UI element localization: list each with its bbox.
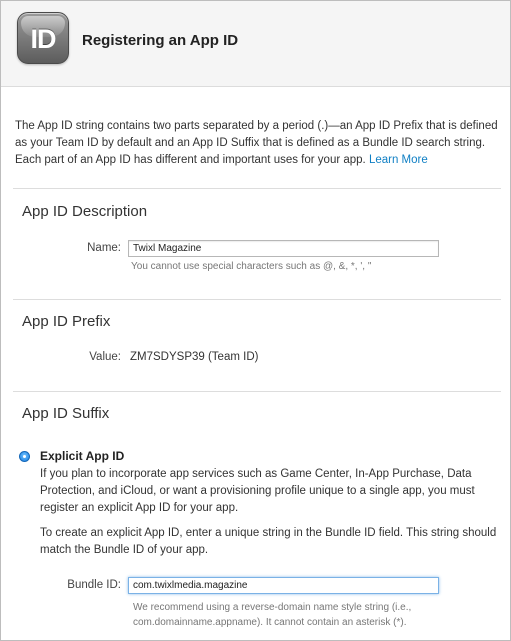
bundle-hint-line-2: com.domainname.appname). It cannot conta… (133, 617, 407, 628)
page-header: ID Registering an App ID (1, 1, 510, 87)
intro-paragraph: The App ID string contains two parts sep… (15, 118, 503, 169)
divider (13, 299, 501, 300)
bundle-id-input[interactable] (128, 577, 439, 594)
learn-more-link[interactable]: Learn More (369, 154, 428, 166)
page-title: Registering an App ID (82, 32, 239, 49)
icon-glyph: ID (30, 24, 57, 54)
name-label: Name: (87, 242, 121, 254)
bundle-instructions: To create an explicit App ID, enter a un… (40, 527, 497, 556)
section-title-suffix: App ID Suffix (22, 405, 110, 422)
app-id-icon: ID (17, 12, 69, 64)
prefix-value-label: Value: (89, 351, 121, 363)
explicit-description: If you plan to incorporate app services … (40, 468, 475, 514)
name-hint: You cannot use special characters such a… (131, 261, 372, 272)
name-input[interactable] (128, 240, 439, 257)
divider (13, 188, 501, 189)
registration-panel: ID Registering an App ID The App ID stri… (0, 0, 511, 641)
explicit-app-id-label[interactable]: Explicit App ID (40, 449, 124, 463)
radio-selected-dot (23, 455, 26, 458)
divider (13, 391, 501, 392)
bundle-hint-line-1: We recommend using a reverse-domain name… (133, 602, 412, 613)
bundle-id-label: Bundle ID: (67, 579, 121, 591)
prefix-value: ZM7SDYSP39 (Team ID) (130, 351, 259, 363)
section-title-description: App ID Description (22, 203, 148, 220)
explicit-app-id-radio[interactable] (19, 451, 30, 462)
section-title-prefix: App ID Prefix (22, 313, 111, 330)
